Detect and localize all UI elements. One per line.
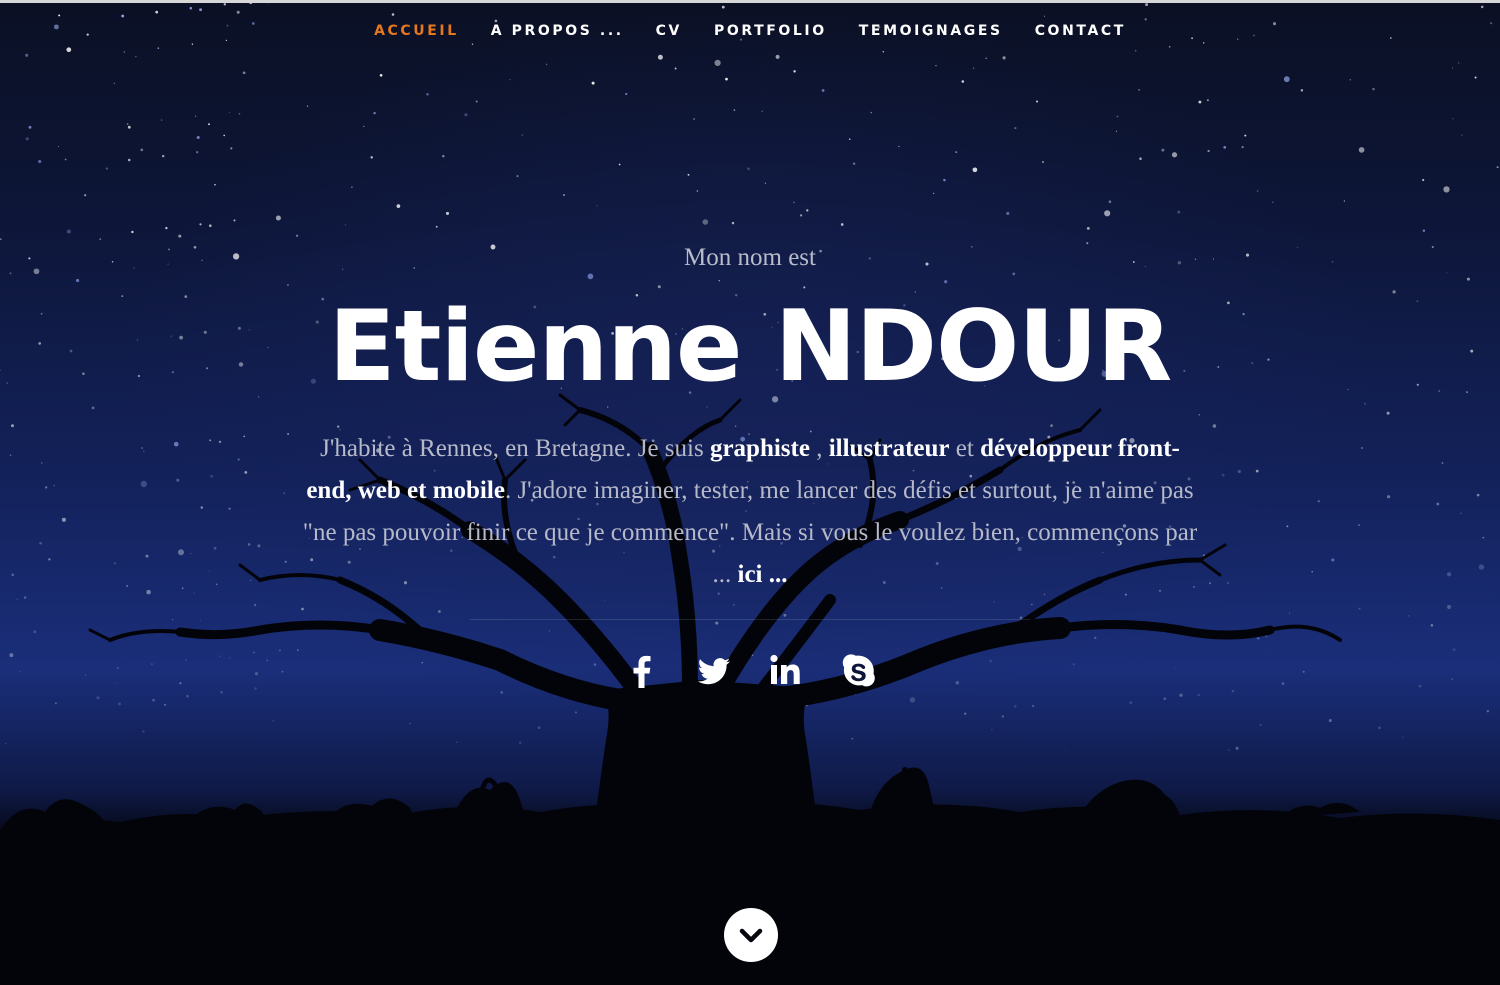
facebook-icon bbox=[633, 655, 651, 688]
nav-item-cv[interactable]: CV bbox=[656, 20, 682, 42]
linkedin-icon bbox=[770, 654, 800, 684]
bio-text-3: et bbox=[949, 435, 981, 462]
page-title: Etienne NDOUR bbox=[328, 290, 1173, 404]
nav-item-a-propos[interactable]: A PROPOS ... bbox=[491, 20, 624, 42]
nav-item-contact[interactable]: CONTACT bbox=[1035, 20, 1126, 42]
skype-link[interactable] bbox=[835, 648, 881, 694]
main-nav: ACCUEIL A PROPOS ... CV PORTFOLIO TEMOIG… bbox=[0, 20, 1500, 42]
social-links bbox=[0, 648, 1500, 694]
facebook-link[interactable] bbox=[619, 648, 665, 694]
bio-text-1: J'habite à Rennes, en Bretagne. Je suis bbox=[320, 435, 710, 462]
nav-item-temoignages[interactable]: TEMOIGNAGES bbox=[859, 20, 1003, 42]
bio-highlight-graphiste: graphiste bbox=[709, 435, 810, 462]
chevron-down-icon bbox=[739, 928, 763, 943]
skype-icon bbox=[842, 654, 875, 687]
nav-item-accueil[interactable]: ACCUEIL bbox=[374, 20, 459, 42]
bio-link-ici[interactable]: ici ... bbox=[738, 561, 788, 588]
linkedin-link[interactable] bbox=[763, 648, 809, 694]
intro-text: Mon nom est bbox=[684, 244, 816, 271]
top-border bbox=[0, 0, 1500, 3]
twitter-link[interactable] bbox=[691, 648, 737, 694]
divider bbox=[470, 619, 1030, 620]
twitter-icon bbox=[697, 658, 730, 685]
bio-highlight-illustrateur: illustrateur bbox=[828, 435, 950, 462]
bio-paragraph: J'habite à Rennes, en Bretagne. Je suis … bbox=[300, 428, 1200, 596]
nav-item-portfolio[interactable]: PORTFOLIO bbox=[714, 20, 827, 42]
hero-section: ACCUEIL A PROPOS ... CV PORTFOLIO TEMOIG… bbox=[0, 0, 1500, 985]
scroll-down-button[interactable] bbox=[724, 908, 778, 962]
bio-text-2: , bbox=[809, 435, 829, 462]
